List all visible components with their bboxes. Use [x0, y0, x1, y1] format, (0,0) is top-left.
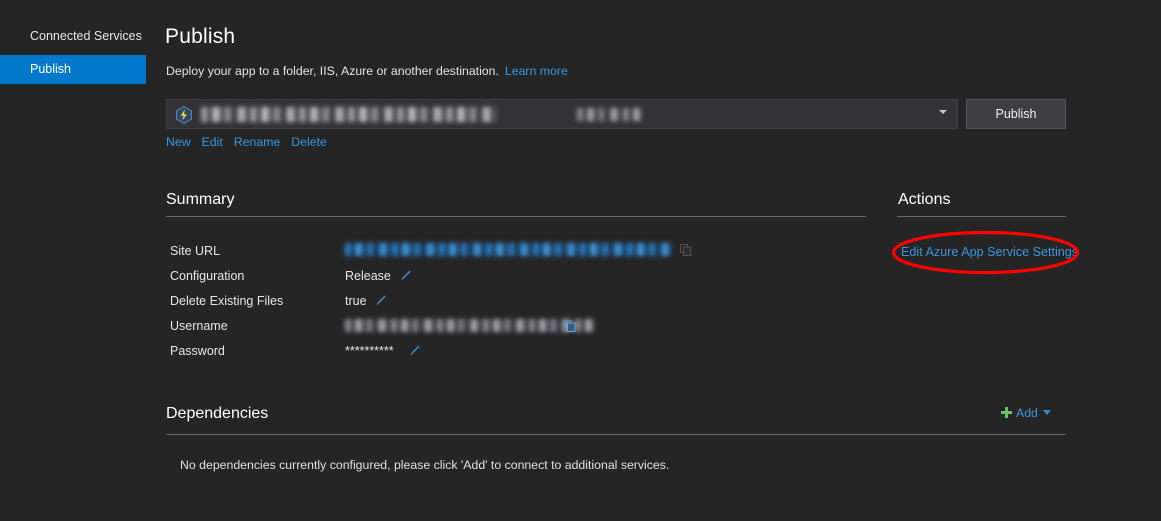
actions-divider: [897, 216, 1066, 217]
redacted-text: [577, 108, 643, 121]
page-subtitle: Deploy your app to a folder, IIS, Azure …: [166, 64, 568, 78]
dependencies-section-title: Dependencies: [166, 405, 269, 422]
site-url-value[interactable]: [345, 243, 672, 256]
publish-profile-combobox[interactable]: [166, 99, 958, 129]
main-content: Publish Deploy your app to a folder, IIS…: [146, 0, 1161, 521]
page-title: Publish: [165, 25, 236, 48]
copy-icon[interactable]: [564, 319, 576, 332]
rename-profile-link[interactable]: Rename: [234, 135, 280, 149]
sidebar-item-label: Connected Services: [30, 29, 142, 43]
add-dependency-button[interactable]: Add: [1001, 406, 1051, 420]
profile-action-links: New Edit Rename Delete: [166, 135, 338, 149]
edit-pencil-icon[interactable]: [374, 294, 387, 307]
sidebar-item-label: Publish: [30, 62, 71, 76]
delete-existing-files-value: true: [345, 294, 367, 308]
delete-profile-link[interactable]: Delete: [291, 135, 327, 149]
copy-icon[interactable]: [680, 243, 692, 256]
redacted-text: [201, 107, 496, 122]
edit-azure-app-service-settings-link[interactable]: Edit Azure App Service Settings: [901, 245, 1078, 259]
summary-divider: [166, 216, 866, 217]
learn-more-link[interactable]: Learn more: [505, 64, 568, 78]
delete-existing-files-label: Delete Existing Files: [170, 294, 284, 308]
chevron-down-icon[interactable]: [939, 110, 947, 114]
caret-down-icon[interactable]: [1042, 410, 1051, 415]
sidebar-item-publish[interactable]: Publish: [0, 55, 146, 84]
site-url-label: Site URL: [170, 244, 221, 258]
configuration-label: Configuration: [170, 269, 245, 283]
edit-pencil-icon[interactable]: [399, 269, 412, 282]
subtitle-text: Deploy your app to a folder, IIS, Azure …: [166, 64, 499, 78]
plus-icon: [1001, 407, 1012, 418]
redacted-text: [345, 243, 672, 256]
redacted-text: [345, 319, 595, 332]
sidebar-item-connected-services[interactable]: Connected Services: [0, 22, 146, 51]
configuration-value: Release: [345, 269, 391, 283]
dependencies-divider: [166, 434, 1066, 435]
publish-profile-value-secondary: [577, 108, 643, 121]
edit-profile-link[interactable]: Edit: [202, 135, 223, 149]
publish-button[interactable]: Publish: [966, 99, 1066, 129]
username-label: Username: [170, 319, 228, 333]
dependencies-empty-message: No dependencies currently configured, pl…: [180, 458, 670, 472]
sidebar: Connected Services Publish: [0, 0, 146, 521]
new-profile-link[interactable]: New: [166, 135, 191, 149]
username-value: [345, 319, 595, 332]
add-dependency-label: Add: [1016, 406, 1038, 420]
password-value: **********: [345, 344, 394, 358]
actions-section-title: Actions: [898, 191, 951, 208]
publish-profile-value: [201, 107, 496, 122]
summary-section-title: Summary: [166, 191, 235, 208]
azure-app-service-icon: [175, 106, 193, 124]
edit-pencil-icon[interactable]: [408, 344, 421, 357]
password-label: Password: [170, 344, 225, 358]
